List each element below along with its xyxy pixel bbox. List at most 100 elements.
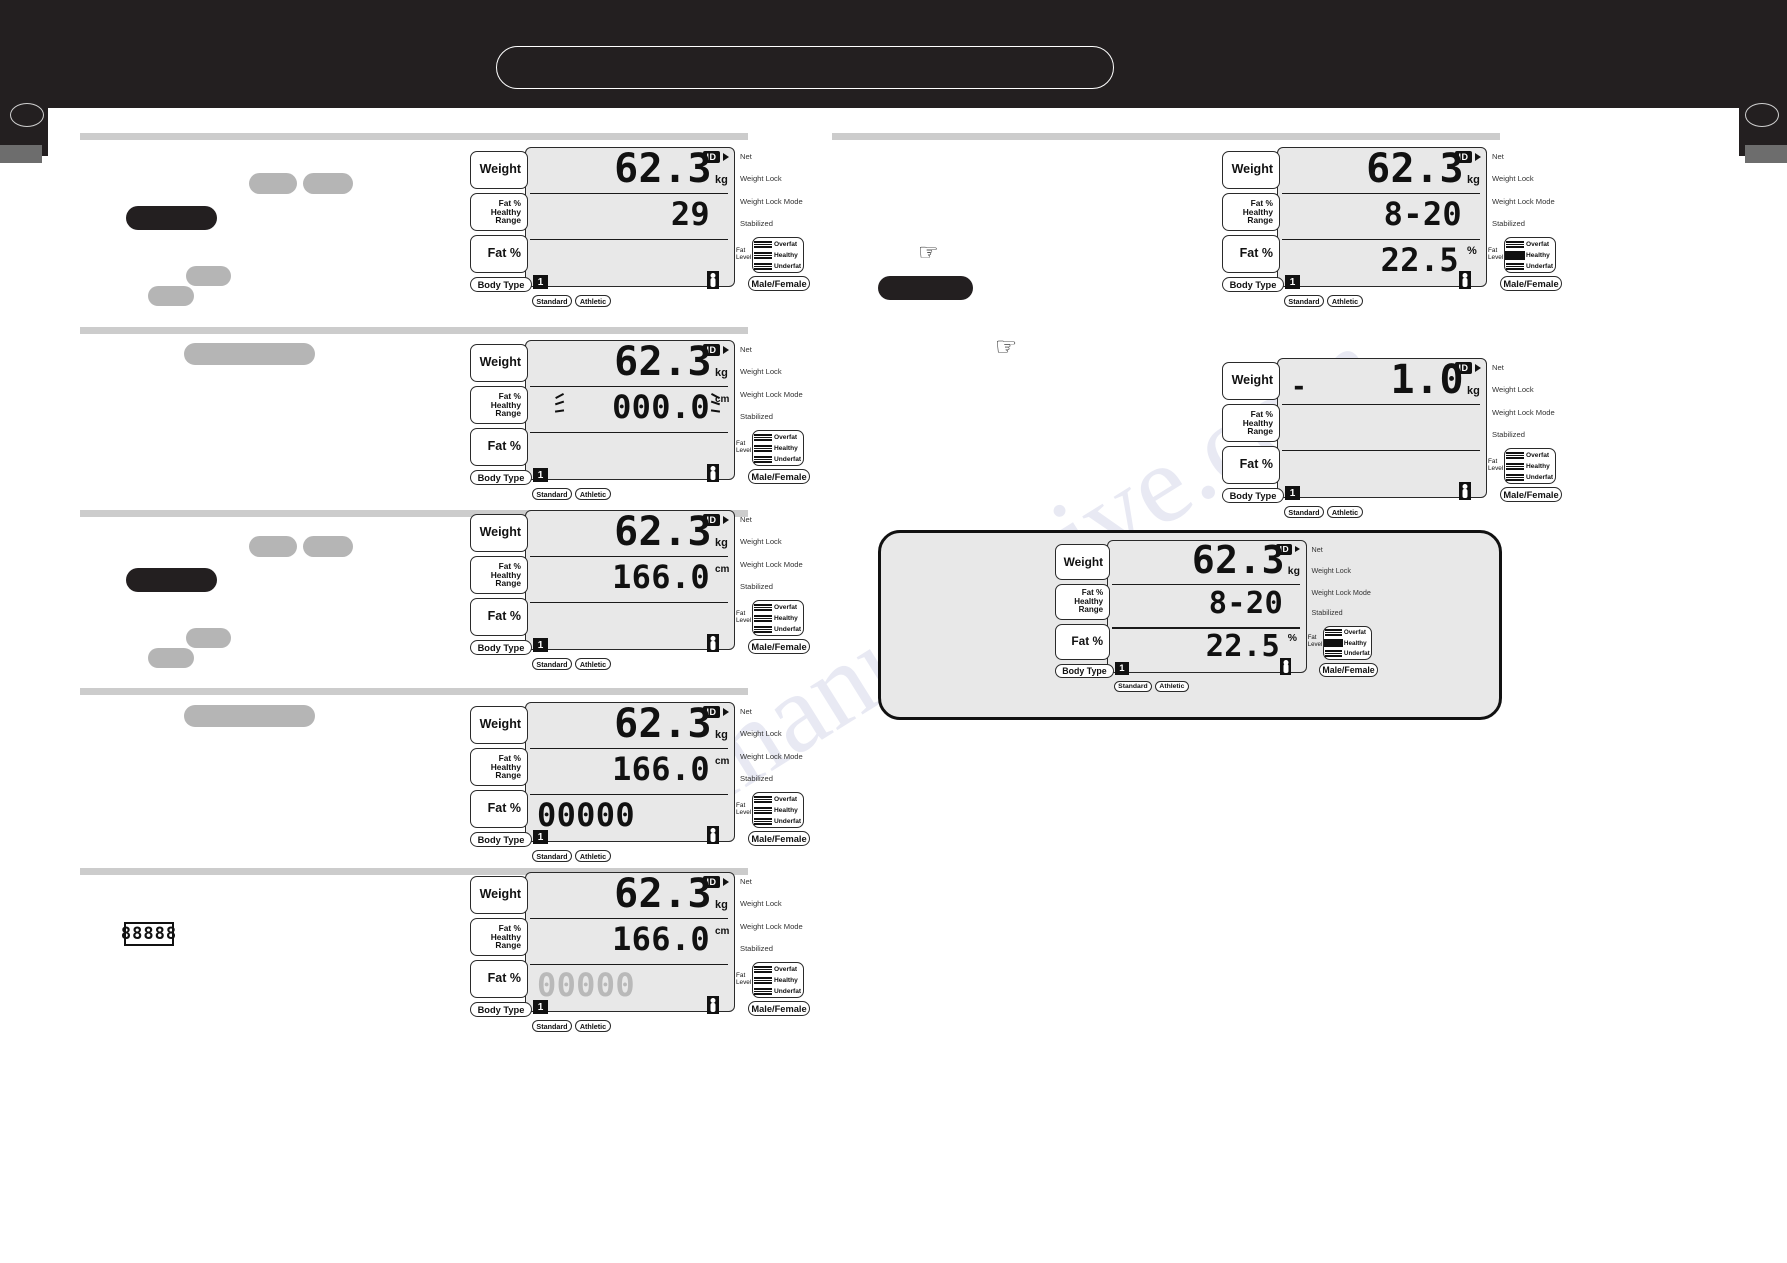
lcd-key-weight[interactable]: Weight [470,876,528,914]
lcd-key-fat-percent[interactable]: Fat % [470,960,528,998]
lcd-person-icon [1459,482,1471,500]
lcd-label-weight-lock: Weight Lock [1492,385,1534,394]
lcd-key-athletic[interactable]: Athletic [575,295,611,307]
lcd-key-standard[interactable]: Standard [532,295,572,307]
lcd-label-weight-lock: Weight Lock [740,899,782,908]
lcd-row3-value: 00000 [537,966,635,1004]
lcd-assembly-panel-3: Weight Fat % Healthy Range Fat % Body Type St… [470,510,810,670]
lcd-key-fat-healthy-range[interactable]: Fat % Healthy Range [470,556,528,594]
lcd-key-male-female[interactable]: Male/Female [748,639,810,654]
lcd-fat-level-overfat: Overfat [754,795,803,804]
lcd-key-male-female[interactable]: Male/Female [748,831,810,846]
lcd-key-athletic[interactable]: Athletic [575,850,611,862]
lcd-key-fat-percent[interactable]: Fat % [1222,446,1280,484]
lcd-key-fat-healthy-range[interactable]: Fat % Healthy Range [470,918,528,956]
lcd-key-fat-percent[interactable]: Fat % [1055,623,1111,660]
lcd-fat-level-caption: Fat Level [1488,458,1503,472]
lcd-key-athletic[interactable]: Athletic [1327,295,1363,307]
lcd-row2-value: 166.0 [612,750,710,788]
lcd-key-label: Weight [1231,373,1273,388]
lcd-key-standard[interactable]: Standard [532,488,572,500]
fat-level-label: Healthy [774,807,798,814]
lcd-key-weight[interactable]: Weight [470,706,528,744]
lcd-key-male-female[interactable]: Male/Female [1319,662,1378,677]
lcd-key-athletic[interactable]: Athletic [1327,506,1363,518]
lcd-key-athletic[interactable]: Athletic [575,1020,611,1032]
lcd-key-body-type[interactable]: Body Type [470,640,532,655]
lcd-key-body-type[interactable]: Body Type [470,277,532,292]
fat-level-bar-segment [754,620,772,623]
lcd-key-label: Fat % Healthy Range [490,390,521,419]
lcd-row2-unit: cm [715,564,730,575]
lcd-row1-unit: kg [715,367,728,379]
lcd-row2-unit: cm [715,926,730,937]
lcd-key-athletic[interactable]: Athletic [1154,680,1189,692]
lcd-label-weight-lock: Weight Lock [740,537,782,546]
lcd-key-athletic[interactable]: Athletic [575,488,611,500]
fat-level-line1: Fat [736,972,746,979]
fat-level-bar-segment [754,251,772,254]
fat-level-bar-segment [754,243,772,246]
lcd-key-fat-percent[interactable]: Fat % [470,598,528,636]
lcd-key-weight[interactable]: Weight [470,514,528,552]
lcd-key-body-type[interactable]: Body Type [470,1002,532,1017]
lcd-key-weight[interactable]: Weight [470,344,528,382]
lcd-key-body-type[interactable]: Body Type [1055,663,1114,678]
lcd-key-male-female[interactable]: Male/Female [1500,487,1562,502]
lcd-key-fat-percent[interactable]: Fat % [470,790,528,828]
lcd-person-icon [707,634,719,652]
lcd-key-label: Fat % [487,609,521,624]
lcd-key-male-female[interactable]: Male/Female [1500,276,1562,291]
lcd-row1-minus-sign: - [1291,372,1307,402]
lcd-label-weight-lock-mode: Weight Lock Mode [1311,587,1371,597]
lcd-key-standard[interactable]: Standard [532,850,572,862]
fat-level-bar-segment [754,990,772,993]
lcd-key-body-type[interactable]: Body Type [1222,277,1284,292]
lcd-label-net: Net [740,707,752,716]
fat-level-label: Underfat [774,626,802,633]
lcd-key-weight[interactable]: Weight [470,151,528,189]
lcd-fat-level-healthy: Healthy [754,444,803,453]
lcd-key-fat-healthy-range[interactable]: Fat % Healthy Range [1222,193,1280,231]
lcd-key-weight[interactable]: Weight [1222,151,1280,189]
lcd-key-fat-percent[interactable]: Fat % [470,428,528,466]
fat-level-label: Healthy [774,445,798,452]
lcd-key-fat-healthy-range[interactable]: Fat % Healthy Range [470,193,528,231]
person-body-icon [710,641,716,650]
lcd-key-body-type[interactable]: Body Type [470,470,532,485]
lcd-key-weight[interactable]: Weight [1055,543,1111,580]
lcd-key-body-type[interactable]: Body Type [1222,488,1284,503]
lcd-key-weight[interactable]: Weight [1222,362,1280,400]
lcd-row1-value: 62.3 [614,701,712,747]
lcd-id-arrow-icon [1475,364,1481,372]
fat-level-bar-segment [754,262,772,265]
lcd-key-male-female[interactable]: Male/Female [748,1001,810,1016]
lcd-key-fat-healthy-range[interactable]: Fat % Healthy Range [470,748,528,786]
lcd-fat-level-caption: Fat Level [736,247,751,261]
lcd-key-male-female[interactable]: Male/Female [748,469,810,484]
lcd-fat-level-healthy: Healthy [754,976,803,985]
lcd-key-fat-healthy-range[interactable]: Fat % Healthy Range [1222,404,1280,442]
fat-level-bars [754,795,772,804]
lcd-key-standard[interactable]: Standard [1284,295,1324,307]
lcd-label-weight-lock: Weight Lock [1311,565,1351,575]
redacted-text-block [249,173,297,194]
lcd-key-athletic[interactable]: Athletic [575,658,611,670]
lcd-key-standard[interactable]: Standard [532,1020,572,1032]
lcd-key-standard[interactable]: Standard [1113,680,1152,692]
fat-level-line1: Fat [1488,247,1498,254]
lcd-row2-value: 166.0 [612,558,710,596]
fat-level-bar-segment [1324,629,1342,631]
fat-level-bar-segment [1506,457,1524,460]
lcd-key-male-female[interactable]: Male/Female [748,276,810,291]
lcd-key-fat-percent[interactable]: Fat % [1222,235,1280,273]
lcd-key-fat-percent[interactable]: Fat % [470,235,528,273]
fat-level-label: Overfat [1526,452,1550,459]
lcd-key-standard[interactable]: Standard [1284,506,1324,518]
fat-level-bar-segment [1506,454,1524,457]
lcd-key-fat-healthy-range[interactable]: Fat % Healthy Range [1055,583,1111,620]
lcd-key-label: Fat % [1239,457,1273,472]
lcd-key-fat-healthy-range[interactable]: Fat % Healthy Range [470,386,528,424]
lcd-key-body-type[interactable]: Body Type [470,832,532,847]
lcd-key-standard[interactable]: Standard [532,658,572,670]
